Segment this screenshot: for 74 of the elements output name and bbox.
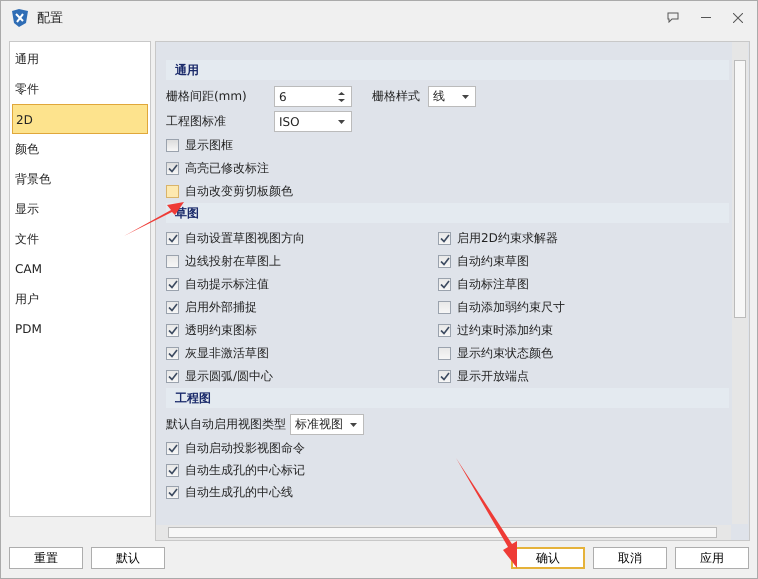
sidebar-item[interactable]: 文件 bbox=[12, 224, 148, 254]
checkbox-label: 自动添加弱约束尺寸 bbox=[457, 299, 565, 316]
checkbox[interactable] bbox=[438, 370, 451, 383]
section-header: 通用 bbox=[166, 60, 729, 80]
caret-icon bbox=[462, 94, 469, 98]
checkbox-label: 自动提示标注值 bbox=[185, 276, 269, 293]
checkbox-label: 自动设置草图视图方向 bbox=[185, 230, 305, 247]
dialog-button[interactable]: 重置 bbox=[9, 547, 83, 569]
checkbox-label: 显示圆弧/圆中心 bbox=[185, 368, 274, 385]
sidebar-item[interactable]: 通用 bbox=[12, 44, 148, 74]
checkbox[interactable] bbox=[438, 232, 451, 245]
checkbox-label: 自动生成孔的中心标记 bbox=[185, 462, 305, 478]
vertical-scrollbar[interactable] bbox=[732, 42, 748, 524]
checkbox[interactable] bbox=[438, 324, 451, 337]
view-type-dropdown[interactable]: 标准视图 bbox=[290, 414, 364, 435]
checkbox-label: 显示约束状态颜色 bbox=[457, 345, 553, 362]
checkbox[interactable] bbox=[438, 255, 451, 268]
checkbox[interactable] bbox=[438, 278, 451, 291]
checkbox-label: 自动标注草图 bbox=[457, 276, 529, 293]
checkbox-label: 边线投射在草图上 bbox=[185, 253, 281, 270]
window-title: 配置 bbox=[37, 10, 63, 26]
field-label: 栅格样式 bbox=[372, 88, 420, 105]
annotation-arrow-drawing bbox=[123, 201, 185, 237]
sidebar-item[interactable]: 用户 bbox=[12, 284, 148, 314]
field-label: 栅格间距(mm) bbox=[166, 88, 248, 105]
horizontal-scrollbar[interactable] bbox=[156, 525, 731, 540]
checkbox-label: 显示开放端点 bbox=[457, 368, 529, 385]
checkbox-label: 自动约束草图 bbox=[457, 253, 529, 270]
sidebar-item[interactable]: 2D bbox=[12, 104, 148, 134]
caret-icon bbox=[350, 422, 357, 426]
standard-dropdown[interactable]: ISO bbox=[274, 111, 352, 132]
checkbox-label: 透明约束图标 bbox=[185, 322, 257, 339]
sidebar-item[interactable]: 颜色 bbox=[12, 134, 148, 164]
checkbox[interactable] bbox=[166, 255, 179, 268]
checkbox[interactable] bbox=[166, 486, 179, 498]
app-logo-icon bbox=[9, 8, 31, 28]
field-label: 工程图标准 bbox=[166, 113, 227, 130]
dialog-button[interactable]: 默认 bbox=[91, 547, 165, 569]
checkbox-label: 高亮已修改标注 bbox=[185, 160, 269, 177]
sidebar-item[interactable]: 零件 bbox=[12, 74, 148, 104]
checkbox[interactable] bbox=[166, 232, 179, 245]
dialog-button[interactable]: 取消 bbox=[593, 547, 667, 569]
sidebar-item[interactable]: 显示 bbox=[12, 194, 148, 224]
checkbox-label: 启用外部捕捉 bbox=[185, 299, 257, 316]
dialog-button[interactable]: 应用 bbox=[675, 547, 749, 569]
checkbox-label: 自动改变剪切板颜色 bbox=[185, 183, 293, 200]
checkbox[interactable] bbox=[166, 442, 179, 454]
field-label: 默认自动启用视图类型 bbox=[166, 416, 286, 433]
checkbox[interactable] bbox=[166, 324, 179, 337]
checkbox-label: 自动生成孔的中心线 bbox=[185, 484, 293, 500]
checkbox[interactable] bbox=[166, 370, 179, 383]
spin-arrows-icon[interactable] bbox=[338, 90, 345, 102]
sidebar-item[interactable]: 背景色 bbox=[12, 164, 148, 194]
checkbox-label: 启用2D约束求解器 bbox=[457, 230, 558, 247]
checkbox-label: 显示图框 bbox=[185, 137, 233, 154]
checkbox[interactable] bbox=[166, 278, 179, 291]
style-dropdown[interactable]: 线 bbox=[428, 86, 476, 107]
checkbox[interactable] bbox=[438, 301, 451, 314]
checkbox-label: 自动启动投影视图命令 bbox=[185, 440, 305, 456]
close-icon[interactable] bbox=[733, 12, 743, 22]
sidebar-item[interactable]: CAM bbox=[12, 254, 148, 284]
checkbox-label: 过约束时添加约束 bbox=[457, 322, 553, 339]
checkbox[interactable] bbox=[166, 301, 179, 314]
checkbox[interactable] bbox=[166, 347, 179, 360]
sidebar-item[interactable]: PDM bbox=[12, 314, 148, 344]
checkbox[interactable] bbox=[438, 347, 451, 360]
caret-icon bbox=[338, 120, 345, 124]
checkbox-label: 灰显非激活草图 bbox=[185, 345, 269, 362]
spin-field[interactable]: 6 bbox=[274, 86, 352, 107]
checkbox[interactable] bbox=[166, 464, 179, 476]
chat-icon[interactable] bbox=[667, 12, 679, 23]
dialog-button[interactable]: 确认 bbox=[511, 547, 585, 569]
section-header: 工程图 bbox=[166, 388, 729, 408]
minimize-icon[interactable] bbox=[701, 16, 711, 18]
